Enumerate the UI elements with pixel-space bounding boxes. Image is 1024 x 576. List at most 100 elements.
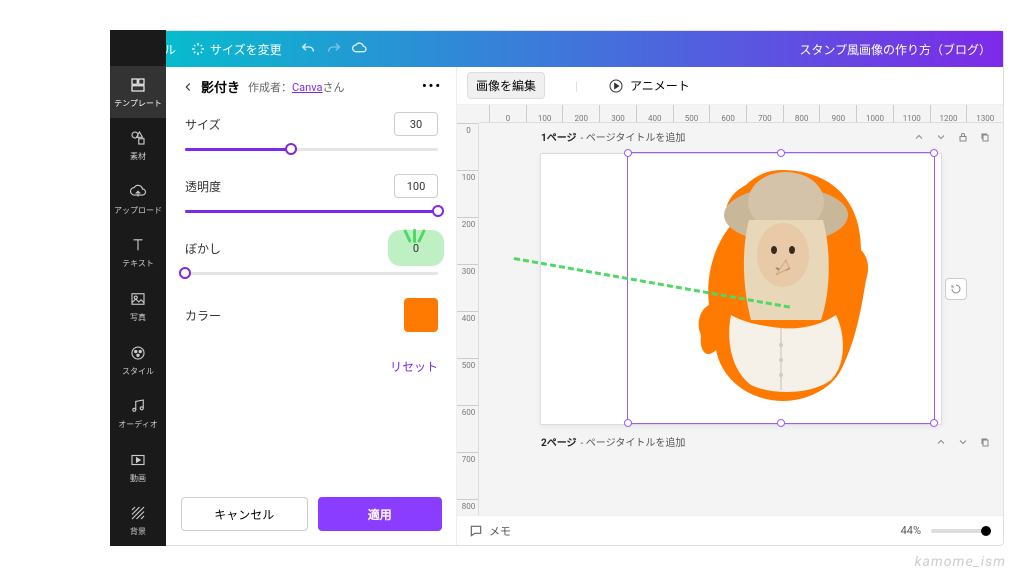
- resize-menu[interactable]: サイズを変更: [190, 41, 282, 58]
- size-value[interactable]: 30: [394, 112, 438, 136]
- animate-button[interactable]: アニメート: [608, 77, 690, 94]
- blur-control: ぼかし0: [185, 236, 438, 280]
- blur-value[interactable]: 0: [394, 236, 438, 260]
- ruler-tick: 900: [819, 105, 856, 122]
- author-prefix: 作成者：: [248, 81, 292, 94]
- page-1-canvas[interactable]: [541, 154, 941, 424]
- nav-label: スタイル: [122, 366, 154, 377]
- nav-upload[interactable]: アップロード: [110, 173, 166, 225]
- vertical-ruler: 0 100 200 300 400 500 600 700 800: [457, 123, 479, 515]
- nav-photo[interactable]: 写真: [110, 280, 166, 332]
- cloud-sync-icon[interactable]: [352, 41, 368, 57]
- zoom-slider[interactable]: [931, 529, 991, 533]
- animate-label: アニメート: [630, 77, 690, 94]
- ruler-tick: 100: [457, 170, 478, 217]
- side-panel: 影付き 作成者：Canvaさん ••• サイズ 30 透明度 100 ぼかし0: [167, 67, 457, 545]
- chevron-up-icon[interactable]: [913, 131, 925, 143]
- ruler-tick: 400: [636, 105, 673, 122]
- ruler-tick: 100: [526, 105, 563, 122]
- document-title: スタンプ風画像の作り方（ブログ）: [799, 41, 991, 58]
- chevron-down-icon[interactable]: [935, 131, 947, 143]
- author-link[interactable]: Canva: [292, 81, 322, 94]
- redo-icon[interactable]: [326, 41, 342, 57]
- canvas-area: 画像を編集 | アニメート 0 100 200 300 400 500: [457, 67, 1003, 545]
- app-window: ファイル サイズを変更 スタンプ風画像の作り方（ブログ） 影付き 作成者：Can…: [115, 30, 1004, 546]
- cancel-button[interactable]: キャンセル: [181, 497, 308, 531]
- page-number: 2ページ: [541, 434, 577, 449]
- edit-image-button[interactable]: 画像を編集: [467, 72, 545, 99]
- handle-bl[interactable]: [624, 419, 632, 427]
- handle-bm[interactable]: [777, 419, 785, 427]
- lock-icon[interactable]: [957, 131, 969, 143]
- ruler-tick: 800: [783, 105, 820, 122]
- chevron-up-icon[interactable]: [935, 436, 947, 448]
- color-swatch[interactable]: [404, 298, 438, 332]
- panel-author: 作成者：Canvaさん: [248, 79, 344, 95]
- upload-icon: [128, 182, 148, 202]
- bg-icon: [128, 503, 148, 523]
- author-suffix: さん: [322, 81, 344, 94]
- nav-video[interactable]: 動画: [110, 441, 166, 493]
- apply-button[interactable]: 適用: [318, 497, 443, 531]
- size-label: サイズ: [185, 116, 221, 133]
- size-slider[interactable]: [185, 142, 438, 156]
- ruler-tick: 1000: [856, 105, 893, 122]
- elements-icon: [128, 128, 148, 148]
- animate-icon: [608, 78, 624, 94]
- ruler-tick: 300: [457, 264, 478, 311]
- opacity-label: 透明度: [185, 178, 221, 195]
- ruler-tick: 200: [562, 105, 599, 122]
- resize-label: サイズを変更: [210, 41, 282, 58]
- handle-tm[interactable]: [777, 149, 785, 157]
- memo-button[interactable]: メモ: [469, 523, 511, 539]
- nav-elements[interactable]: 素材: [110, 120, 166, 172]
- copy-icon[interactable]: [979, 131, 991, 143]
- nav-label: 背景: [130, 526, 146, 537]
- handle-tr[interactable]: [930, 149, 938, 157]
- undo-icon[interactable]: [300, 41, 316, 57]
- zoom-value[interactable]: 44%: [901, 524, 921, 537]
- opacity-control: 透明度 100: [185, 174, 438, 218]
- panel-footer: キャンセル 適用: [167, 483, 456, 545]
- more-menu-icon[interactable]: •••: [422, 79, 442, 94]
- ruler-tick: 500: [673, 105, 710, 122]
- top-bar: ファイル サイズを変更 スタンプ風画像の作り方（ブログ）: [116, 31, 1003, 67]
- nav-label: オーディオ: [118, 419, 157, 430]
- copy-icon[interactable]: [979, 436, 991, 448]
- canvas-toolbar: 画像を編集 | アニメート: [457, 67, 1003, 105]
- panel-title: 影付き: [201, 77, 240, 96]
- ruler-tick: 500: [457, 358, 478, 405]
- nav-text[interactable]: テキスト: [110, 227, 166, 279]
- ruler-tick: 300: [599, 105, 636, 122]
- rotate-handle[interactable]: [945, 278, 967, 300]
- template-icon: [128, 75, 148, 95]
- style-icon: [128, 343, 148, 363]
- page-title-placeholder[interactable]: - ページタイトルを追加: [581, 129, 686, 144]
- page-tools: [935, 436, 991, 448]
- nav-label: 素材: [130, 151, 146, 162]
- video-icon: [128, 450, 148, 470]
- color-control: カラー: [185, 298, 438, 332]
- photo-icon: [128, 289, 148, 309]
- nav-audio[interactable]: オーディオ: [110, 387, 166, 439]
- stage[interactable]: 0 100 200 300 400 500 600 700 800 900 10…: [457, 105, 1003, 515]
- ruler-tick: 600: [457, 405, 478, 452]
- handle-tl[interactable]: [624, 149, 632, 157]
- back-icon[interactable]: [181, 80, 195, 94]
- reset-button[interactable]: リセット: [185, 350, 438, 375]
- nav-bg[interactable]: 背景: [110, 495, 166, 547]
- page-title-placeholder[interactable]: - ページタイトルを追加: [581, 434, 686, 449]
- page-tools: [913, 131, 991, 143]
- chevron-down-icon[interactable]: [957, 436, 969, 448]
- watermark: kamome_ism: [915, 554, 1006, 570]
- nav-style[interactable]: スタイル: [110, 334, 166, 386]
- ruler-tick: 700: [457, 452, 478, 499]
- opacity-value[interactable]: 100: [394, 174, 438, 198]
- memo-icon: [469, 524, 483, 538]
- opacity-slider[interactable]: [185, 204, 438, 218]
- ruler-tick: 600: [709, 105, 746, 122]
- handle-br[interactable]: [930, 419, 938, 427]
- blur-slider[interactable]: [185, 266, 438, 280]
- nav-template[interactable]: テンプレート: [110, 66, 166, 118]
- bottom-bar: メモ 44%: [457, 515, 1003, 545]
